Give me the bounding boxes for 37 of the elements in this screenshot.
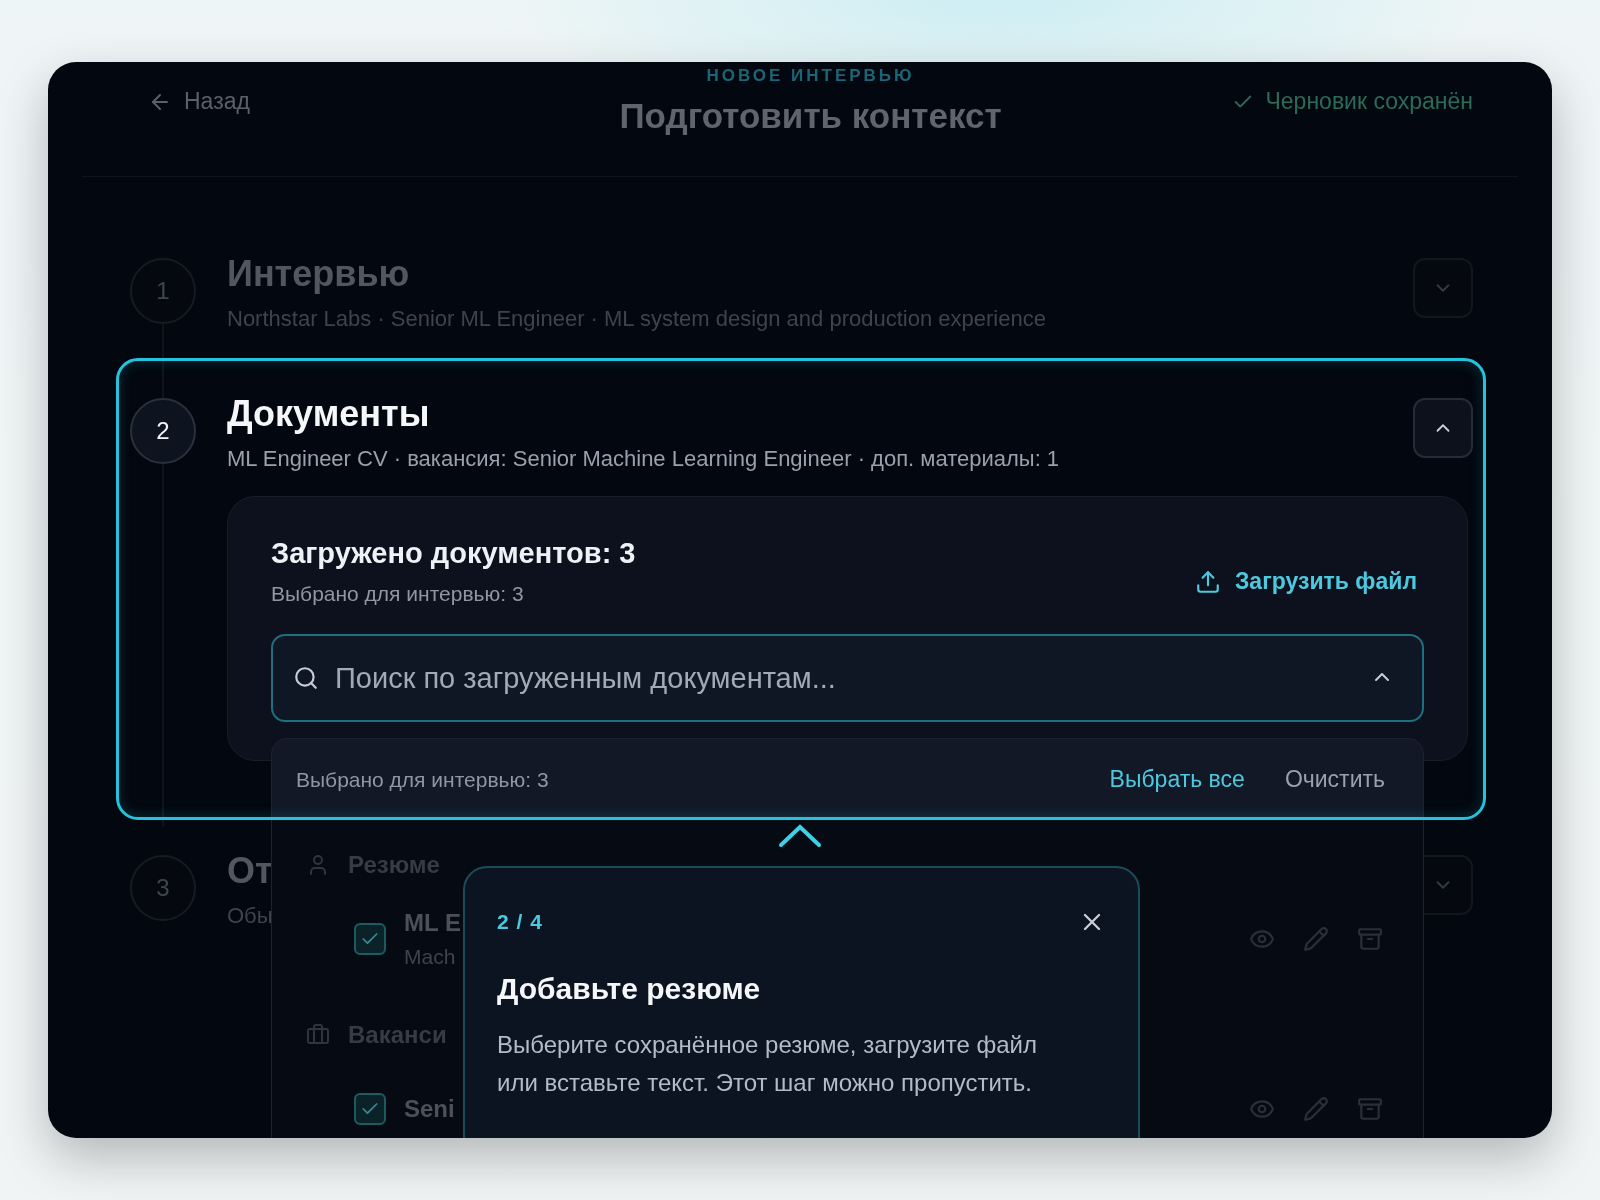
briefcase-icon	[306, 1023, 330, 1047]
expand-toggle[interactable]	[1413, 398, 1473, 458]
tour-description: Выберите сохранённое резюме, загрузите файл или вставьте текст. Этот шаг можно пропустить.	[497, 1030, 1038, 1098]
clear-button[interactable]: Очистить	[1284, 766, 1385, 793]
step-number: 2	[130, 398, 196, 464]
document-subtitle: Mach	[404, 945, 456, 969]
select-all-button[interactable]: Выбрать все	[1109, 766, 1245, 793]
checkbox[interactable]	[354, 923, 386, 955]
archive-icon[interactable]	[1357, 926, 1383, 952]
expand-toggle[interactable]	[1413, 258, 1473, 318]
step-number: 1	[130, 258, 196, 324]
upload-button[interactable]: Загрузить файл	[1194, 568, 1417, 595]
eyebrow-label: НОВОЕ ИНТЕРВЬЮ	[706, 66, 915, 86]
step-title: От	[227, 849, 273, 893]
selected-summary: Выбрано для интервью: 3	[296, 767, 549, 792]
archive-icon[interactable]	[1357, 1096, 1383, 1122]
pencil-icon[interactable]	[1303, 1096, 1329, 1122]
search-icon	[293, 665, 319, 691]
document-title: Seni	[404, 1095, 455, 1123]
tour-title: Добавьте резюме	[497, 972, 762, 1006]
pencil-icon[interactable]	[1303, 926, 1329, 952]
save-status: Черновик сохранён	[1265, 88, 1473, 115]
checkbox[interactable]	[354, 1093, 386, 1125]
step-summary: Обы	[227, 903, 273, 929]
selected-count: Выбрано для интервью: 3	[271, 582, 525, 606]
document-title: ML E	[404, 909, 461, 937]
documents-count: Загружено документов: 3	[271, 537, 636, 570]
page-title: Подготовить контекст	[619, 96, 1002, 136]
step-number: 3	[130, 855, 196, 921]
step-title: Интервью	[227, 252, 410, 296]
step-summary: ML Engineer CV · вакансия: Senior Machine Learning Engineer · доп. материалы: 1	[227, 446, 1060, 472]
step-title: Документы	[227, 392, 430, 436]
search-field[interactable]: Поиск по загруженным документам...	[271, 634, 1424, 722]
tour-step-counter: 2 / 4	[497, 910, 543, 934]
step-summary: Northstar Labs · Senior ML Engineer · ML system design and production experience	[227, 306, 1046, 332]
upload-icon	[1194, 568, 1221, 595]
caret-icon	[778, 822, 822, 848]
